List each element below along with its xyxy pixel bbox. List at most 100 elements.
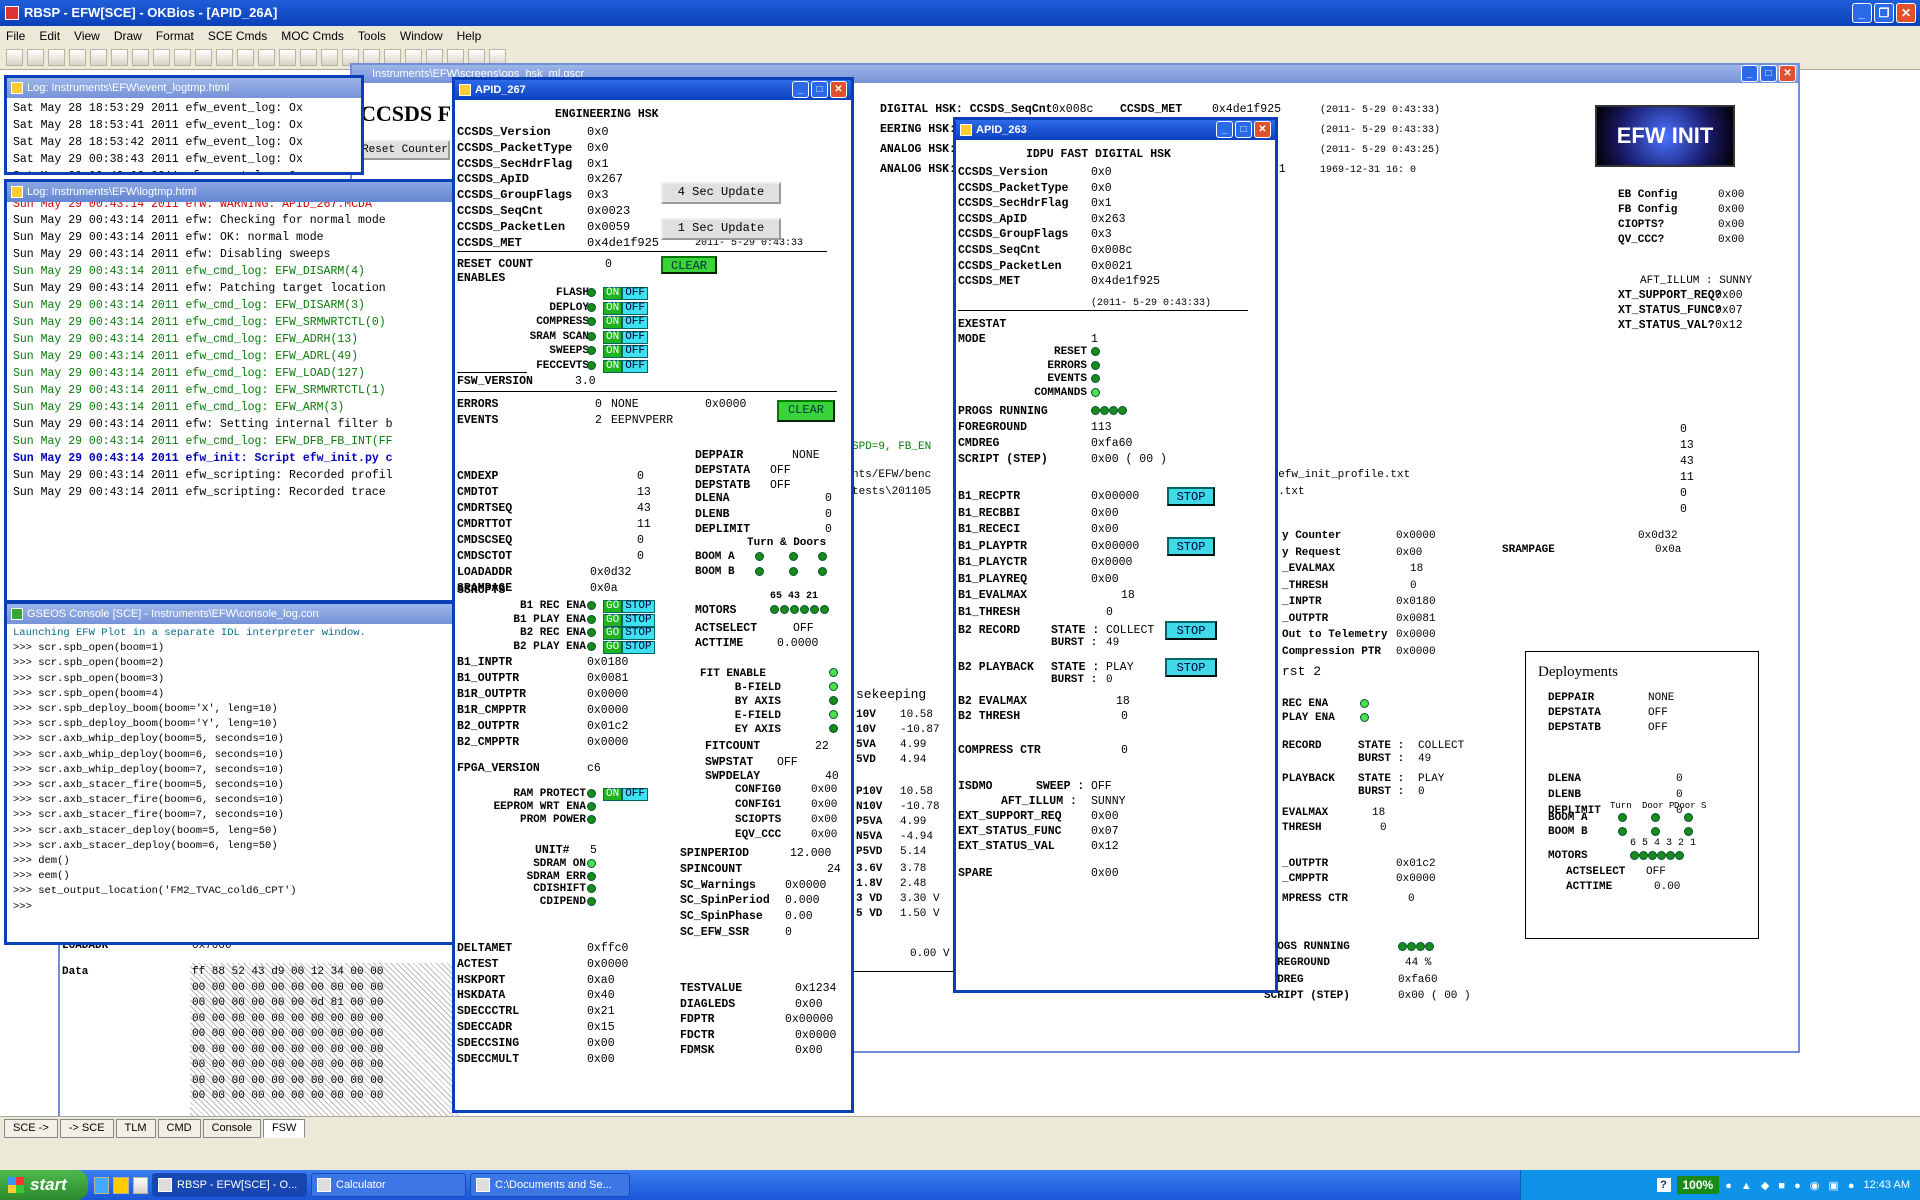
delta-7-value: 0x00	[587, 1052, 615, 1066]
on-button[interactable]: ON	[603, 345, 623, 359]
enable-4-toggle[interactable]: ON OFF	[603, 345, 649, 359]
one-sec-update-button[interactable]: 1 Sec Update	[661, 218, 781, 240]
off-button[interactable]: OFF	[622, 788, 649, 801]
off-button[interactable]: OFF	[622, 345, 649, 359]
quick-launch-doc-icon[interactable]	[132, 1176, 148, 1194]
b2-play-stop-button[interactable]: STOP	[1165, 658, 1217, 677]
ops-min[interactable]: _	[1741, 65, 1758, 82]
off-button[interactable]: OFF	[622, 287, 649, 300]
apid-267-max[interactable]: □	[811, 81, 828, 98]
help-icon[interactable]	[216, 49, 233, 66]
b1-6-label: B1_EVALMAX	[958, 589, 1028, 602]
on-button[interactable]: ON	[603, 287, 623, 300]
enable-5-toggle[interactable]: ON OFF	[603, 360, 649, 373]
clear-errors-button[interactable]: CLEAR	[777, 400, 835, 422]
menu-edit[interactable]: Edit	[39, 29, 60, 43]
num-icon[interactable]	[300, 49, 317, 66]
enable-3-toggle[interactable]: ON OFF	[603, 330, 649, 344]
quick-launch-ie-icon[interactable]	[94, 1176, 110, 1194]
help-icon[interactable]: ?	[1656, 1178, 1671, 1192]
go-button[interactable]: GO	[603, 627, 623, 640]
enable-1-toggle[interactable]: ON OFF	[603, 301, 649, 315]
ssropt-0-toggle[interactable]: GO STOP	[603, 600, 655, 613]
warning-icon[interactable]	[195, 49, 212, 66]
menu-help[interactable]: Help	[457, 29, 482, 43]
four-sec-update-button[interactable]: 4 Sec Update	[661, 182, 781, 204]
tab-fsw[interactable]: FSW	[262, 1119, 306, 1138]
ptr-3-value: 0x0000	[587, 704, 629, 717]
menu-format[interactable]: Format	[156, 29, 194, 43]
burst-1-value: 0x00	[1396, 546, 1423, 559]
plot-icon[interactable]	[279, 49, 296, 66]
menu-view[interactable]: View	[74, 29, 100, 43]
quick-launch-app-icon[interactable]	[113, 1176, 129, 1194]
close-button[interactable]: ✕	[1896, 3, 1916, 23]
clear-reset-button[interactable]: CLEAR	[661, 256, 717, 274]
menu-tools[interactable]: Tools	[358, 29, 386, 43]
ops-close[interactable]: ✕	[1779, 65, 1796, 82]
delete-icon[interactable]	[174, 49, 191, 66]
tab-tlm[interactable]: TLM	[115, 1119, 156, 1138]
reset-counter-button[interactable]: Reset Counter	[360, 140, 450, 160]
stop-button[interactable]: STOP	[622, 640, 655, 654]
ram-protect-toggle[interactable]: ON OFF	[603, 788, 649, 801]
tab-sce-out[interactable]: SCE ->	[4, 1119, 58, 1138]
menu-sce-cmds[interactable]: SCE Cmds	[208, 29, 267, 43]
ssropt-3-toggle[interactable]: GO STOP	[603, 640, 655, 654]
tab-cmd[interactable]: CMD	[157, 1119, 201, 1138]
tab-console[interactable]: Console	[202, 1119, 261, 1138]
b2-rec-stop-button[interactable]: STOP	[1165, 621, 1217, 640]
copy-icon[interactable]	[132, 49, 149, 66]
apid-267-close[interactable]: ✕	[830, 81, 847, 98]
undo-icon[interactable]	[90, 49, 107, 66]
save-icon[interactable]	[48, 49, 65, 66]
print-icon[interactable]	[69, 49, 86, 66]
ssropt-2-toggle[interactable]: GO STOP	[603, 627, 655, 640]
start-button[interactable]: start	[0, 1170, 88, 1200]
on-button[interactable]: ON	[603, 301, 623, 315]
on-button[interactable]: ON	[603, 360, 623, 373]
task-button-1[interactable]: Calculator	[311, 1173, 466, 1197]
apid-263-close[interactable]: ✕	[1254, 121, 1271, 138]
b1-rec-stop-button[interactable]: STOP	[1167, 487, 1215, 506]
off-button[interactable]: OFF	[622, 301, 649, 315]
minimize-button[interactable]: _	[1852, 3, 1872, 23]
b1-play-stop-button[interactable]: STOP	[1167, 537, 1215, 556]
ops-max[interactable]: □	[1760, 65, 1777, 82]
off-button[interactable]: OFF	[622, 316, 649, 330]
off-button[interactable]: OFF	[622, 330, 649, 344]
enable-0-toggle[interactable]: ON OFF	[603, 287, 649, 300]
go-button[interactable]: GO	[603, 600, 623, 613]
stop-button[interactable]: STOP	[622, 600, 655, 613]
apid-263-min[interactable]: _	[1216, 121, 1233, 138]
keyboard-icon[interactable]	[237, 49, 254, 66]
enable-2-toggle[interactable]: ON OFF	[603, 316, 649, 330]
on-button[interactable]: ON	[603, 788, 623, 801]
menu-moc-cmds[interactable]: MOC Cmds	[281, 29, 344, 43]
apid-263-max[interactable]: □	[1235, 121, 1252, 138]
new-icon[interactable]	[6, 49, 23, 66]
on-button[interactable]: ON	[603, 316, 623, 330]
check-icon[interactable]	[258, 49, 275, 66]
restore-button[interactable]: ❐	[1874, 3, 1894, 23]
off-button[interactable]: OFF	[622, 360, 649, 373]
enable-1-led	[587, 302, 596, 312]
apid-267-min[interactable]: _	[792, 81, 809, 98]
ssropt-1-toggle[interactable]: GO STOP	[603, 613, 655, 627]
go-button[interactable]: GO	[603, 613, 623, 627]
cut-icon[interactable]	[111, 49, 128, 66]
stop-button[interactable]: STOP	[622, 627, 655, 640]
pointer-icon[interactable]	[321, 49, 338, 66]
open-icon[interactable]	[27, 49, 44, 66]
menu-draw[interactable]: Draw	[114, 29, 142, 43]
menu-window[interactable]: Window	[400, 29, 443, 43]
task-button-2[interactable]: C:\Documents and Se...	[470, 1173, 630, 1197]
tab-sce-in[interactable]: -> SCE	[59, 1119, 114, 1138]
stop-button[interactable]: STOP	[622, 613, 655, 627]
menu-file[interactable]: File	[6, 29, 25, 43]
on-button[interactable]: ON	[603, 330, 623, 344]
progs-right-led-2	[1416, 942, 1425, 951]
paste-icon[interactable]	[153, 49, 170, 66]
task-button-0[interactable]: RBSP - EFW[SCE] - O...	[152, 1173, 307, 1197]
go-button[interactable]: GO	[603, 640, 623, 654]
